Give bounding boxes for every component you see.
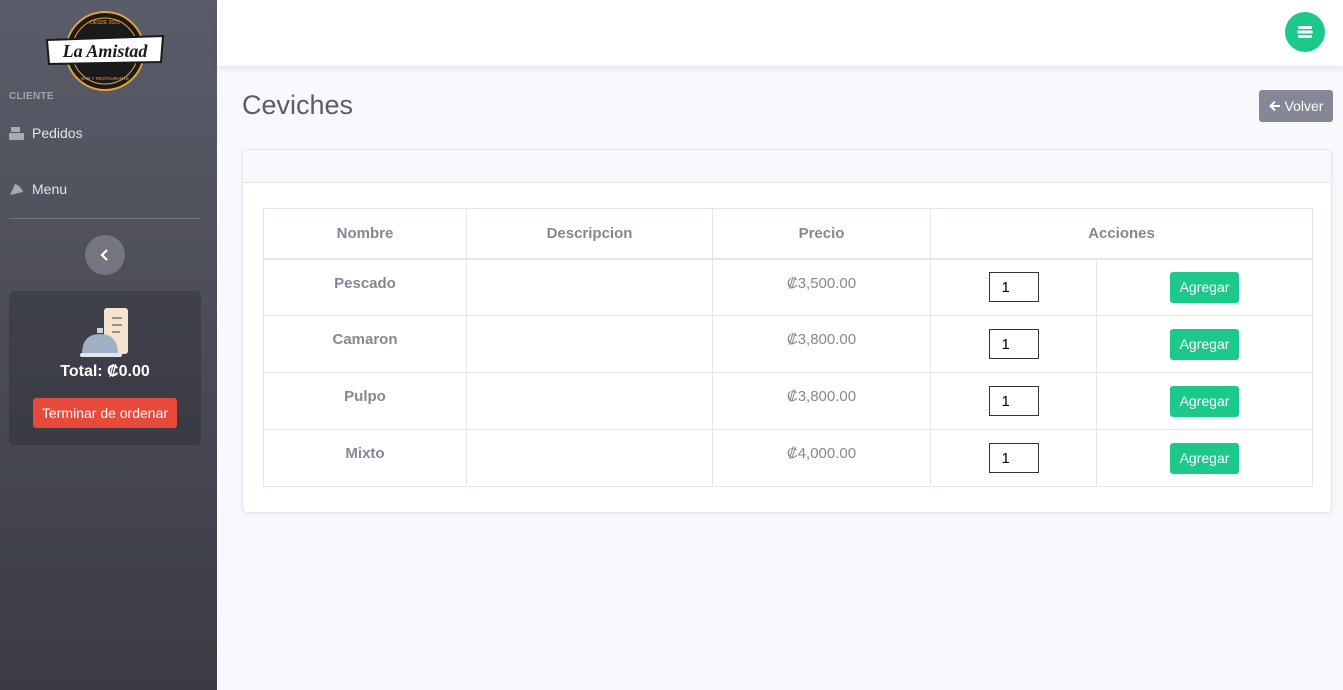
table-row: Mixto ₡4,000.00 Agregar (263, 429, 1313, 487)
products-card: Nombre Descripcion Precio Acciones Pesca… (242, 149, 1332, 513)
svg-text:BAR Y RESTAURANTE: BAR Y RESTAURANTE (81, 76, 129, 81)
quantity-input[interactable] (988, 272, 1039, 303)
sidebar-item-pedidos[interactable]: Pedidos (9, 125, 83, 141)
product-name: Mixto (263, 429, 467, 487)
sidebar-divider (9, 218, 201, 219)
back-button-label: Volver (1284, 98, 1324, 114)
table-row: Pulpo ₡3,800.00 Agregar (263, 372, 1313, 430)
quantity-input[interactable] (988, 386, 1039, 416)
finish-order-button[interactable]: Terminar de ordenar (33, 398, 177, 428)
user-menu-icon (1297, 26, 1313, 38)
product-description (466, 429, 713, 487)
products-table: Nombre Descripcion Precio Acciones Pesca… (263, 208, 1313, 487)
product-name: Camaron (263, 315, 467, 373)
chevron-left-icon (100, 249, 108, 261)
product-price: ₡3,800.00 (712, 372, 931, 430)
sidebar-item-label: Pedidos (32, 125, 83, 141)
add-button[interactable]: Agregar (1170, 385, 1239, 417)
product-name: Pulpo (263, 372, 467, 430)
add-button[interactable]: Agregar (1170, 442, 1239, 474)
la-amistad-logo[interactable]: DESDE 2020 La Amistad BAR Y RESTAURANTE (45, 10, 165, 92)
page-title: Ceviches (242, 90, 354, 120)
sidebar-item-label: Menu (32, 181, 68, 197)
arrow-left-icon (1268, 100, 1280, 112)
svg-text:La Amistad: La Amistad (62, 41, 149, 61)
column-header-descripcion: Descripcion (466, 208, 713, 260)
quantity-input[interactable] (988, 443, 1039, 473)
service-bell-receipt-icon (80, 308, 128, 357)
cart-summary: Total: ₡0.00 Terminar de ordenar (9, 291, 201, 445)
column-header-nombre: Nombre (263, 208, 467, 260)
product-description (466, 315, 713, 373)
product-price: ₡3,500.00 (712, 258, 931, 316)
add-button[interactable]: Agregar (1170, 271, 1239, 303)
product-description (466, 372, 713, 430)
product-description (466, 258, 713, 316)
svg-text:DESDE 2020: DESDE 2020 (90, 20, 120, 26)
sidebar-toggle-button[interactable] (85, 235, 125, 275)
product-price: ₡4,000.00 (712, 429, 931, 487)
column-header-acciones: Acciones (930, 208, 1313, 260)
register-icon (9, 126, 24, 140)
topbar (217, 0, 1343, 66)
product-name: Pescado (263, 258, 467, 316)
pizza-icon (10, 183, 23, 195)
product-price: ₡3,800.00 (712, 315, 931, 373)
column-header-precio: Precio (712, 208, 931, 260)
card-header (243, 150, 1331, 183)
table-row: Pescado ₡3,500.00 Agregar (263, 258, 1313, 316)
cart-total: Total: ₡0.00 (60, 363, 150, 380)
sidebar-item-menu[interactable]: Menu (9, 181, 67, 197)
quantity-input[interactable] (988, 329, 1039, 359)
sidebar: DESDE 2020 La Amistad BAR Y RESTAURANTE … (0, 0, 217, 690)
user-menu-button[interactable] (1285, 12, 1325, 52)
sidebar-heading: CLIENTE (9, 91, 54, 102)
table-row: Camaron ₡3,800.00 Agregar (263, 315, 1313, 373)
add-button[interactable]: Agregar (1170, 328, 1239, 360)
back-button[interactable]: Volver (1259, 90, 1333, 122)
